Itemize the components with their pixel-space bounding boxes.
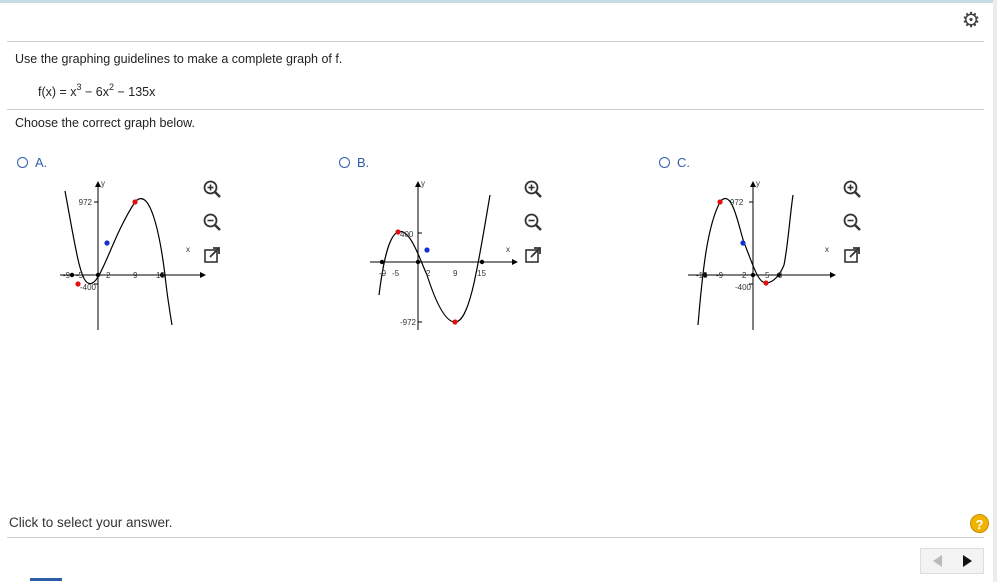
previous-arrow-icon[interactable] (933, 555, 942, 567)
next-arrow-icon[interactable] (963, 555, 972, 567)
function-expression: f(x) = x3 − 6x2 − 135x (38, 82, 156, 99)
y-tick-label: -400 (80, 283, 97, 292)
y-tick-label: -972 (400, 318, 417, 327)
y-tick-label: 400 (400, 230, 414, 239)
graph-a-toolbar (202, 179, 224, 278)
radio-button-b[interactable] (339, 157, 350, 168)
scrollbar-track[interactable] (993, 0, 997, 582)
y-axis-label: y (421, 179, 425, 188)
open-new-window-icon[interactable] (842, 245, 862, 265)
x-tick-label: 2 (426, 269, 431, 278)
y-tick-label: 972 (730, 198, 744, 207)
x-tick-label: 5 (765, 271, 770, 280)
x-axis-label: x (186, 245, 190, 254)
x-tick-label: -9 (716, 271, 724, 280)
y-axis-label: y (756, 179, 760, 188)
gear-icon[interactable]: ⚙ (960, 10, 982, 32)
graph-c-toolbar (842, 179, 864, 278)
x-tick-label: 9 (133, 271, 138, 280)
x-tick-label: 15 (156, 271, 165, 280)
x-tick-label: -9 (379, 269, 387, 278)
top-accent-bar (0, 0, 997, 3)
status-text: Click to select your answer. (9, 515, 173, 530)
x-tick-label: 2 (106, 271, 111, 280)
graph-b-toolbar (523, 179, 545, 278)
graph-option-c: x y 972 -400 -15 -9 2 5 9 (688, 179, 836, 330)
x-tick-label: 9 (778, 271, 783, 280)
x-tick-label: -9 (63, 271, 71, 280)
x-tick-label: -5 (392, 269, 400, 278)
zoom-out-icon[interactable] (202, 212, 222, 232)
graph-option-a: x y 972 -400 -9 -5 2 9 15 (60, 179, 206, 330)
graph-option-b: x y 400 -972 -9 -5 2 9 15 (370, 179, 518, 330)
open-new-window-icon[interactable] (202, 245, 222, 265)
zoom-in-icon[interactable] (842, 179, 862, 199)
open-new-window-icon[interactable] (523, 245, 543, 265)
zoom-in-icon[interactable] (523, 179, 543, 199)
zoom-out-icon[interactable] (523, 212, 543, 232)
x-tick-label: 15 (477, 269, 486, 278)
zoom-in-icon[interactable] (202, 179, 222, 199)
divider (7, 41, 984, 42)
y-tick-label: -400 (735, 283, 752, 292)
radio-button-a[interactable] (17, 157, 28, 168)
x-tick-label: -5 (76, 271, 84, 280)
y-axis-label: y (101, 179, 105, 188)
option-a-label: A. (35, 155, 48, 170)
y-tick-label: 972 (79, 198, 93, 207)
help-button[interactable]: ? (970, 514, 989, 533)
x-tick-label: 9 (453, 269, 458, 278)
divider (7, 109, 984, 110)
x-tick-label: 2 (742, 271, 747, 280)
divider (7, 537, 984, 538)
x-axis-label: x (825, 245, 829, 254)
choice-prompt: Choose the correct graph below. (15, 116, 195, 130)
radio-button-c[interactable] (659, 157, 670, 168)
question-instruction: Use the graphing guidelines to make a co… (15, 52, 343, 66)
option-a[interactable]: A. (17, 155, 47, 170)
zoom-out-icon[interactable] (842, 212, 862, 232)
x-tick-label: -15 (696, 271, 708, 280)
question-nav (920, 548, 984, 574)
progress-indicator (30, 578, 62, 581)
x-axis-label: x (506, 245, 510, 254)
